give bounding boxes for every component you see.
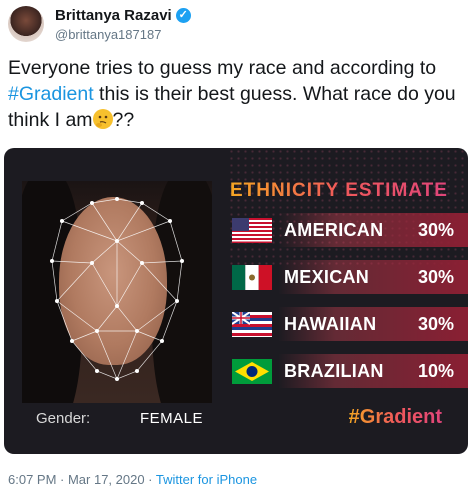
percent-value: 30% <box>417 314 454 334</box>
dot-pattern <box>228 148 468 268</box>
thinking-face-icon <box>92 109 113 129</box>
verified-badge-icon: ✓ <box>175 8 191 23</box>
ethnicity-estimate-title: ETHNICITY ESTIMATE <box>230 180 448 201</box>
country-name: AMERICAN <box>284 220 384 240</box>
face-mesh-icon <box>50 197 184 381</box>
avatar[interactable] <box>8 6 44 42</box>
estimate-row-hawaiian: HAWAIIAN 30% <box>230 307 468 341</box>
estimate-row-american: AMERICAN 30% <box>230 213 468 247</box>
timestamp[interactable]: 6:07 PM · Mar 17, 2020 · <box>8 472 156 487</box>
gender-value: FEMALE <box>140 410 204 427</box>
tweet-header: Brittanya Razavi ✓ @brittanya187187 <box>8 4 468 48</box>
percent-value: 30% <box>417 220 454 240</box>
country-name: HAWAIIAN <box>284 314 377 334</box>
country-name: MEXICAN <box>284 267 370 287</box>
user-handle[interactable]: @brittanya187187 <box>55 27 161 42</box>
display-name[interactable]: Brittanya Razavi ✓ <box>55 7 191 24</box>
tweet-text-end: ?? <box>112 109 135 131</box>
tweet-meta: 6:07 PM · Mar 17, 2020 · Twitter for iPh… <box>8 472 257 487</box>
tweet-text-part-1: Everyone tries to guess my race and acco… <box>8 57 437 79</box>
card-hashtag: #Gradient <box>348 406 442 428</box>
hawaii-flag-icon <box>232 312 272 337</box>
percent-value: 30% <box>417 267 454 287</box>
percent-value: 10% <box>417 361 454 381</box>
source-link[interactable]: Twitter for iPhone <box>156 472 257 487</box>
country-name: BRAZILIAN <box>284 361 384 381</box>
tweet-text: Everyone tries to guess my race and acco… <box>8 55 468 133</box>
estimate-row-brazilian: BRAZILIAN 10% <box>230 354 468 388</box>
brazil-flag-icon <box>232 359 272 384</box>
tweet-hashtag-link[interactable]: #Gradient <box>8 83 94 105</box>
display-name-text[interactable]: Brittanya Razavi <box>55 7 172 24</box>
gender-label: Gender: <box>36 410 91 427</box>
mexico-flag-icon <box>232 265 272 290</box>
estimate-row-mexican: MEXICAN 30% <box>230 260 468 294</box>
usa-flag-icon <box>232 218 272 243</box>
ethnicity-estimate-card[interactable]: Gender: FEMALE ETHNICITY ESTIMATE AMERIC… <box>4 148 468 454</box>
face-photo <box>22 181 212 403</box>
